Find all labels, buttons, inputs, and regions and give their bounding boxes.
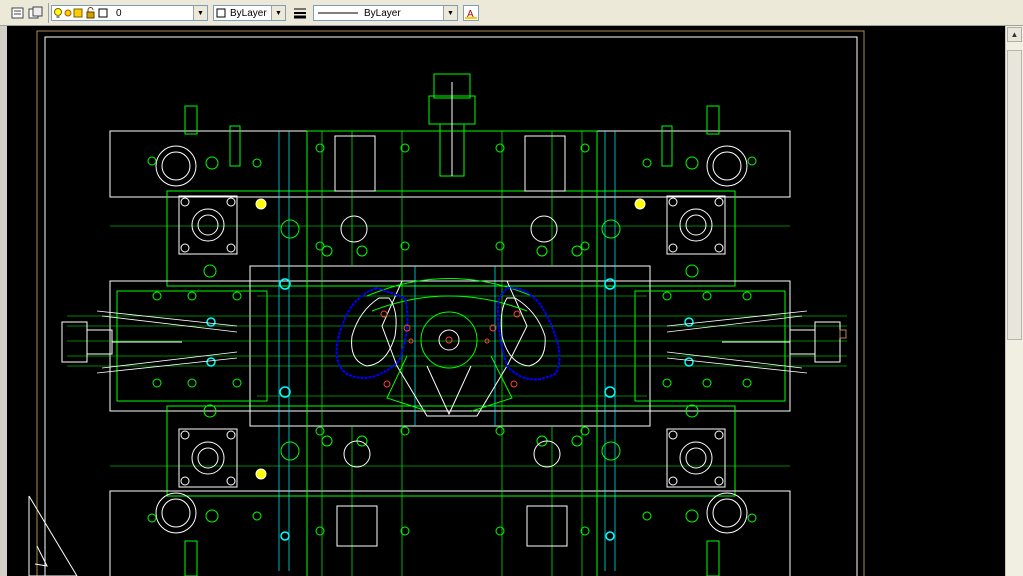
cad-drawing: [28, 30, 865, 576]
chevron-down-icon[interactable]: ▼: [271, 6, 285, 20]
scroll-thumb[interactable]: [1007, 50, 1022, 340]
sprue-bushing: [428, 73, 476, 177]
mold-plates: [109, 130, 791, 576]
layer-manager-icon[interactable]: [10, 5, 26, 21]
lock-icon: [86, 7, 95, 19]
freeze-sun-icon: [64, 9, 72, 17]
linetype-value: ByLayer: [364, 7, 401, 19]
color-swatch-icon: [216, 8, 226, 18]
layer-dropdown[interactable]: 0 ▼: [51, 5, 208, 21]
chevron-down-icon[interactable]: ▼: [443, 6, 457, 20]
layer-name: 0: [116, 7, 122, 19]
layer-states-icon[interactable]: [28, 5, 44, 21]
chevron-down-icon[interactable]: ▼: [193, 6, 207, 20]
scroll-up-arrow-icon[interactable]: ▲: [1007, 27, 1022, 42]
vertical-scrollbar[interactable]: ▲: [1005, 26, 1023, 576]
drawing-border: [36, 30, 865, 576]
left-border: [0, 26, 7, 576]
linetype-preview-icon: [318, 12, 358, 14]
color-square-icon: [98, 8, 108, 18]
angled-rods: [96, 310, 808, 374]
ucs-icon: [28, 495, 78, 576]
text-style-icon[interactable]: A: [463, 5, 479, 21]
color-dropdown[interactable]: ByLayer ▼: [213, 5, 286, 21]
lightbulb-icon: [54, 7, 108, 19]
datum-markers: [255, 198, 646, 480]
layers-toolbar: 0 ▼ ByLayer ▼ ByLayer ▼ A: [0, 0, 1023, 26]
color-value: ByLayer: [230, 7, 267, 19]
linetype-dropdown[interactable]: ByLayer ▼: [313, 5, 458, 21]
central-core: [366, 278, 533, 417]
cooling-holes: [206, 278, 694, 541]
drawing-canvas[interactable]: [7, 26, 1005, 576]
freeze-viewport-icon: [73, 8, 83, 18]
lineweight-icon[interactable]: [292, 5, 308, 21]
